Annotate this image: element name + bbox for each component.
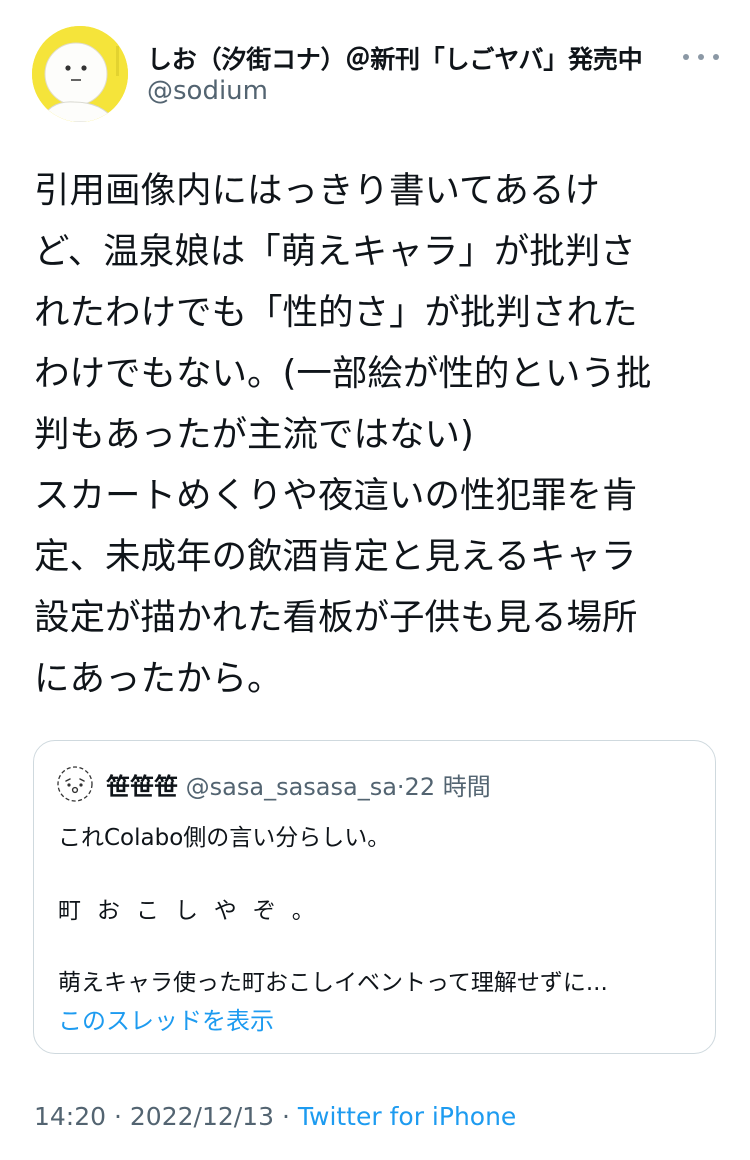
tweet-time[interactable]: 14:20 xyxy=(34,1102,106,1131)
tweet-source-link[interactable]: Twitter for iPhone xyxy=(298,1102,516,1131)
more-options-icon[interactable] xyxy=(683,44,719,70)
meta-separator: · xyxy=(114,1102,122,1131)
tweet-text: 引用画像内にはっきり書いてあるけ ど、温泉娘は「萌えキャラ」が批判さ れたわけで… xyxy=(34,160,724,709)
author-display-name[interactable]: しお（汐街コナ）＠新刊「しごヤバ」発売中 xyxy=(147,45,643,74)
tweet-line: 設定が描かれた看板が子供も見る場所 xyxy=(34,597,638,638)
tweet-line: れたわけでも「性的さ」が批判された xyxy=(34,292,638,333)
quote-separator: · xyxy=(396,773,405,801)
quote-text-line: これColabo側の言い分らしい。 xyxy=(58,825,391,851)
tweet-line: ど、温泉娘は「萌えキャラ」が批判さ xyxy=(34,231,636,272)
quote-timestamp[interactable]: 22 時間 xyxy=(405,773,491,801)
show-thread-link[interactable]: このスレッドを表示 xyxy=(58,1001,274,1036)
quoted-tweet-card[interactable]: 笹笹笹 @sasa_sasasa_sa·22 時間 これColabo側の言い分ら… xyxy=(33,740,716,1054)
tweet-line: わけでもない。(一部絵が性的という批 xyxy=(34,353,652,394)
meta-separator: · xyxy=(281,1102,290,1131)
author-handle[interactable]: @sodium xyxy=(147,76,268,106)
quote-text-line: 町おこしやぞ。 xyxy=(58,898,331,924)
tweet-line: スカートめくりや夜這いの性犯罪を肯 xyxy=(34,475,638,516)
tweet-meta: 14:20 · 2022/12/13 · Twitter for iPhone xyxy=(34,1102,516,1131)
tweet-date[interactable]: 2022/12/13 xyxy=(130,1102,274,1131)
tweet-line: 定、未成年の飲酒肯定と見えるキャラ xyxy=(34,536,637,577)
author-avatar[interactable] xyxy=(32,26,128,122)
tweet-line: 引用画像内にはっきり書いてあるけ xyxy=(34,170,600,211)
author-name-row[interactable]: しお（汐街コナ）＠新刊「しごヤバ」発売中 xyxy=(147,40,677,76)
tweet-line: にあったから。 xyxy=(34,658,283,699)
quote-header: 笹笹笹 @sasa_sasasa_sa·22 時間 xyxy=(106,767,491,802)
quote-author-handle[interactable]: @sasa_sasasa_sa xyxy=(186,773,397,801)
quote-text-line: 萌えキャラ使った町おこしイベントって理解せずに... xyxy=(58,970,608,996)
quote-author-name[interactable]: 笹笹笹 xyxy=(106,773,178,801)
tweet-line: 判もあったが主流ではない) xyxy=(34,414,474,455)
quote-author-avatar-icon[interactable] xyxy=(56,765,94,803)
cartoon-face-icon xyxy=(32,26,128,122)
